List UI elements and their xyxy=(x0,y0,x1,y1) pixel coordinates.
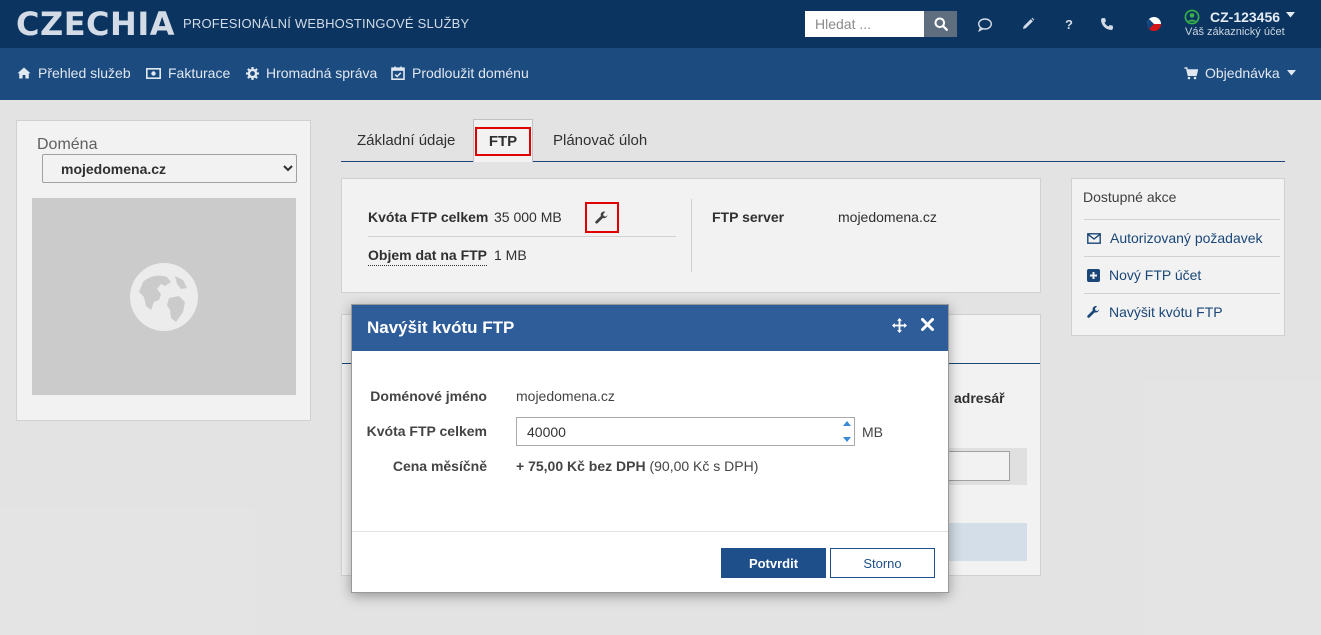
caret-down-icon xyxy=(1286,70,1296,76)
logo[interactable]: CZECHIA xyxy=(16,6,175,42)
search-button[interactable] xyxy=(924,11,957,37)
nav-item-label: Hromadná správa xyxy=(266,65,378,81)
search-input[interactable] xyxy=(805,11,924,37)
quota-total-label: Kvóta FTP celkem xyxy=(366,423,487,439)
chat-icon[interactable] xyxy=(975,14,995,34)
monthly-price-label: Cena měsíčně xyxy=(392,458,487,474)
nav-item-hromadna-sprava[interactable]: Hromadná správa xyxy=(246,65,377,81)
cart-icon xyxy=(1184,66,1198,80)
quota-input[interactable] xyxy=(516,417,855,446)
nav-item-label: Prodloužit doménu xyxy=(412,65,529,81)
spin-up-icon[interactable] xyxy=(840,417,854,430)
quota-unit: MB xyxy=(862,424,883,440)
nav-item-prodlouzit-domenu[interactable]: Prodloužit doménu xyxy=(391,65,529,81)
price-without-vat: + 75,00 Kč bez DPH xyxy=(516,458,646,474)
spin-down-icon[interactable] xyxy=(840,433,854,446)
nav-item-label: Fakturace xyxy=(168,65,231,81)
move-icon[interactable] xyxy=(892,318,907,333)
user-subtitle: Váš zákaznický účet xyxy=(1185,26,1285,38)
order-menu-label: Objednávka xyxy=(1205,65,1280,81)
dialog-footer-divider xyxy=(352,531,948,532)
domain-name-value: mojedomena.cz xyxy=(516,388,615,404)
caret-down-icon xyxy=(1286,12,1295,18)
nav-item-label: Přehled služeb xyxy=(38,65,131,81)
price-with-vat: (90,00 Kč s DPH) xyxy=(649,458,759,474)
domain-name-label: Doménové jméno xyxy=(370,388,487,404)
confirm-button[interactable]: Potvrdit xyxy=(721,548,826,578)
nav-item-fakturace[interactable]: Fakturace xyxy=(146,65,230,81)
dialog-title: Navýšit kvótu FTP xyxy=(367,318,515,337)
search-icon xyxy=(934,17,948,31)
order-menu[interactable]: Objednávka xyxy=(1184,65,1296,81)
user-icon xyxy=(1184,9,1200,25)
phone-icon[interactable] xyxy=(1097,14,1117,34)
home-icon xyxy=(17,67,31,79)
cancel-button[interactable]: Storno xyxy=(830,548,935,578)
nav-item-prehled-sluzeb[interactable]: Přehled služeb xyxy=(17,65,131,81)
czech-flag-icon[interactable] xyxy=(1144,14,1164,34)
gear-icon xyxy=(246,66,259,80)
tagline: PROFESIONÁLNÍ WEBHOSTINGOVÉ SLUŽBY xyxy=(183,16,470,31)
calendar-check-icon xyxy=(391,66,405,80)
dialog-header[interactable]: Navýšit kvótu FTP xyxy=(352,305,948,351)
help-icon[interactable]: ? xyxy=(1059,14,1079,34)
top-bar: CZECHIA PROFESIONÁLNÍ WEBHOSTINGOVÉ SLUŽ… xyxy=(0,0,1321,48)
monthly-price-value: + 75,00 Kč bez DPH (90,00 Kč s DPH) xyxy=(516,458,758,474)
close-icon[interactable] xyxy=(921,318,934,331)
increase-quota-dialog: Navýšit kvótu FTP Doménové jméno mojedom… xyxy=(351,304,949,593)
money-icon xyxy=(146,67,161,79)
pencil-icon[interactable] xyxy=(1018,14,1038,34)
user-id: CZ-123456 xyxy=(1210,9,1281,25)
main-nav: Přehled služeb Fakturace Hromadná správa… xyxy=(0,48,1321,100)
